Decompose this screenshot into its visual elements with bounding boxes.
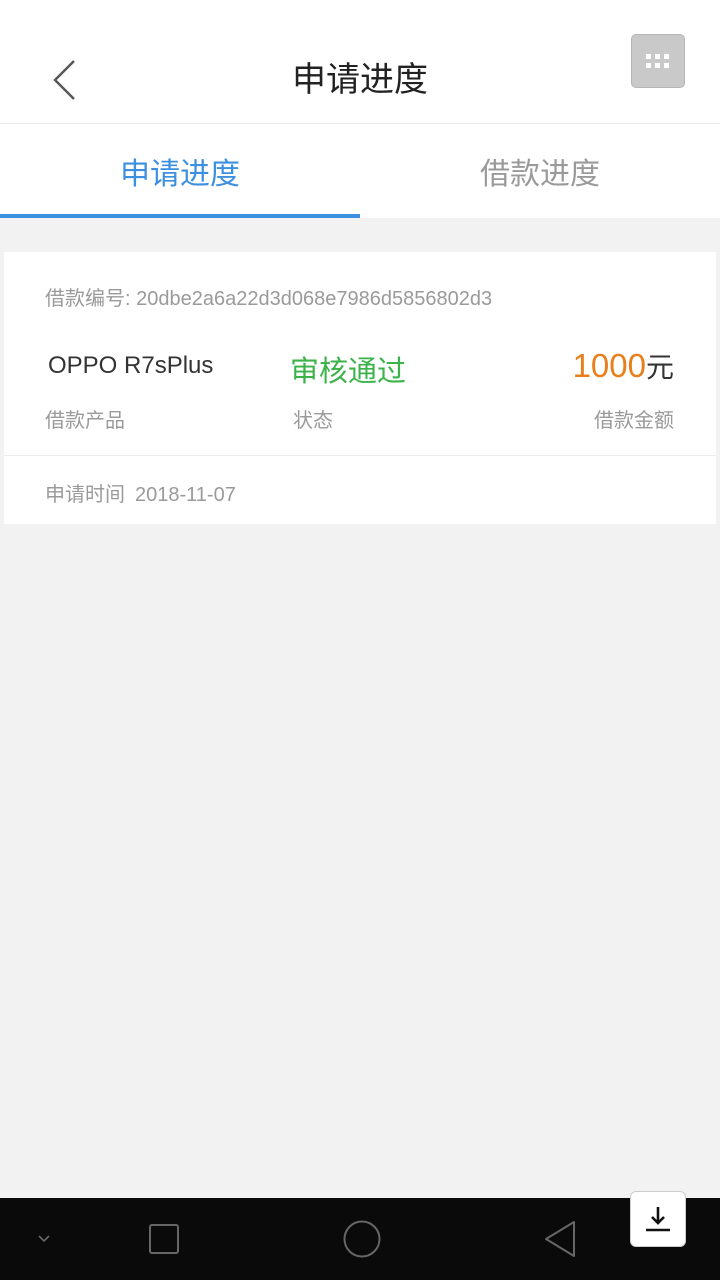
nav-recents-button[interactable] xyxy=(140,1198,188,1280)
chevron-down-icon xyxy=(38,1235,50,1243)
apply-time-row: 申请时间 2018-11-07 xyxy=(45,478,236,507)
amount-label: 借款金额 xyxy=(594,408,674,432)
card-divider xyxy=(4,455,716,456)
loan-id-row: 借款编号: 20dbe2a6a22d3d068e7986d5856802d3 xyxy=(45,282,492,311)
page-title: 申请进度 xyxy=(292,60,428,100)
loan-id-value: 20dbe2a6a22d3d068e7986d5856802d3 xyxy=(136,288,493,310)
amount-value: 1000 xyxy=(572,347,646,384)
triangle-back-icon xyxy=(545,1221,575,1257)
nav-back-button[interactable] xyxy=(536,1198,584,1280)
amount-unit: 元 xyxy=(645,351,674,384)
nav-home-button[interactable] xyxy=(338,1198,386,1280)
status-label: 状态 xyxy=(293,408,333,432)
tab-label: 借款进度 xyxy=(480,157,600,192)
application-card[interactable]: 借款编号: 20dbe2a6a22d3d068e7986d5856802d3 O… xyxy=(4,252,716,524)
nav-hide-button[interactable] xyxy=(24,1198,64,1280)
circle-icon xyxy=(343,1220,381,1258)
download-icon xyxy=(646,1207,670,1232)
active-tab-indicator xyxy=(0,214,360,218)
tab-loan-progress[interactable]: 借款进度 xyxy=(360,124,720,218)
square-icon xyxy=(149,1224,179,1254)
tab-label: 申请进度 xyxy=(120,157,240,192)
grid-dots-icon xyxy=(646,54,669,68)
product-label: 借款产品 xyxy=(45,408,125,432)
apply-time-value: 2018-11-07 xyxy=(135,484,236,506)
loan-amount: 1000元 xyxy=(573,346,674,386)
system-nav-bar xyxy=(0,1198,720,1280)
tab-bar: 申请进度 借款进度 xyxy=(0,124,720,218)
header-bar: 申请进度 xyxy=(0,0,720,124)
product-name: OPPO R7sPlus xyxy=(48,352,214,379)
download-button[interactable] xyxy=(631,1192,685,1246)
menu-button[interactable] xyxy=(631,34,685,88)
loan-id-label: 借款编号: xyxy=(45,288,131,310)
status-value: 审核通过 xyxy=(290,354,407,388)
apply-time-label: 申请时间 xyxy=(45,482,125,506)
tab-application-progress[interactable]: 申请进度 xyxy=(0,124,360,218)
